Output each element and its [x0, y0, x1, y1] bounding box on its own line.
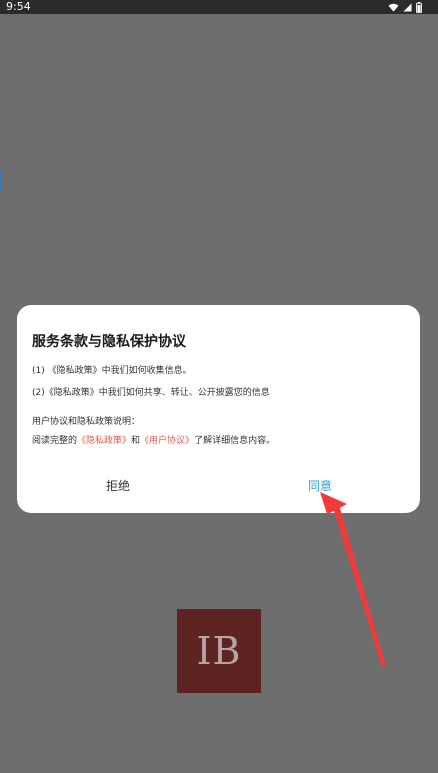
dialog-text-line-4: 阅读完整的《隐私政策》和《用户协议》了解详细信息内容。	[32, 433, 275, 446]
privacy-policy-link[interactable]: 《隐私政策》	[77, 436, 131, 446]
agree-button[interactable]: 同意	[308, 477, 332, 494]
background-edge-mark	[0, 172, 2, 190]
line4-conjunction: 和	[131, 436, 141, 446]
line4-prefix: 阅读完整的	[32, 436, 78, 446]
privacy-dialog: 服务条款与隐私保护协议 (1) 《隐私政策》中我们如何收集信息。 (2)《隐私政…	[17, 305, 420, 513]
battery-icon	[416, 2, 422, 13]
signal-icon	[403, 3, 412, 12]
line4-suffix: 了解详细信息内容。	[194, 436, 276, 446]
app-logo: IB	[177, 609, 261, 693]
status-bar: 9:54	[0, 0, 438, 14]
dialog-title: 服务条款与隐私保护协议	[32, 334, 186, 350]
wifi-icon	[388, 3, 399, 12]
dialog-text-line-2: (2)《隐私政策》中我们如何共享、转让、公开披露您的信息	[32, 388, 270, 398]
user-agreement-link[interactable]: 《用户协议》	[140, 436, 194, 446]
status-icons	[388, 2, 422, 13]
dialog-text-line-3: 用户协议和隐私政策说明：	[32, 417, 141, 427]
status-time: 9:54	[6, 0, 31, 13]
logo-text: IB	[196, 629, 242, 673]
reject-button[interactable]: 拒绝	[106, 477, 130, 494]
dialog-text-line-1: (1) 《隐私政策》中我们如何收集信息。	[32, 366, 192, 376]
